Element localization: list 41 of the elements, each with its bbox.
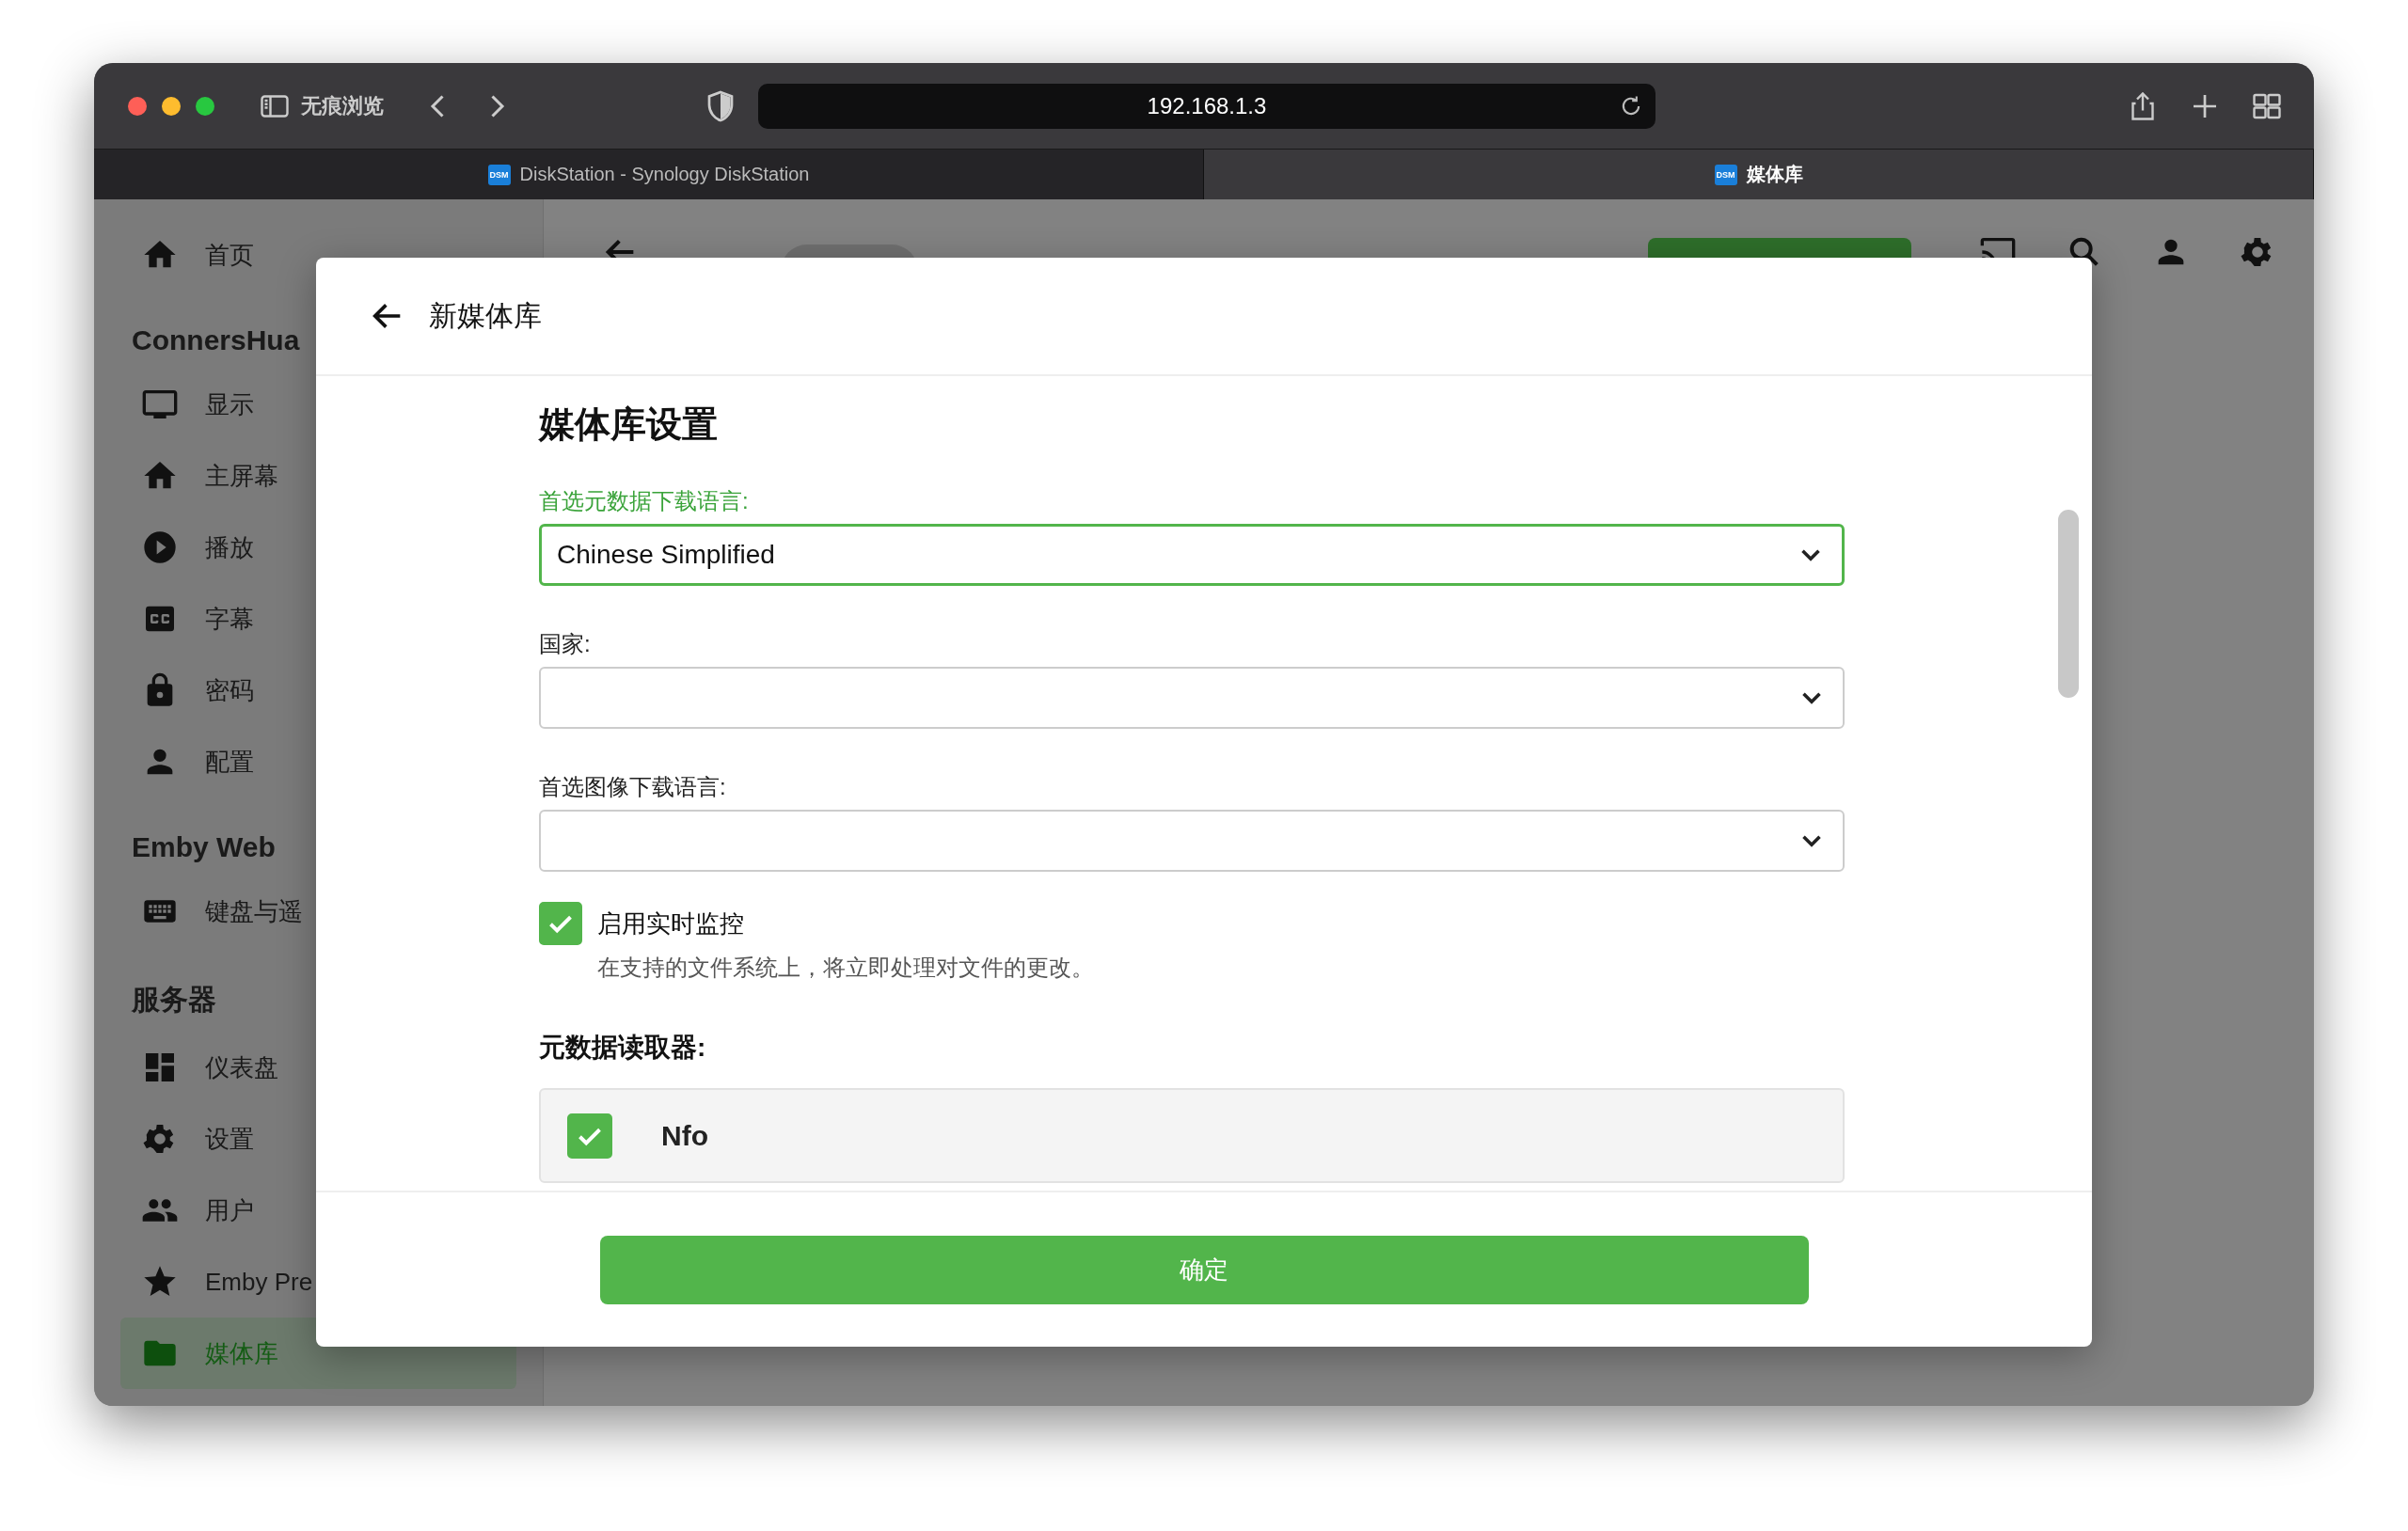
sidebar-item[interactable]: 密码 [120, 655, 516, 726]
site-favicon: DSM [487, 164, 511, 185]
section-title: 媒体库设置 [539, 403, 719, 446]
section-heading: 元数据读取器: [539, 1032, 707, 1064]
field-label: 首选元数据下载语言: [539, 487, 750, 515]
checkbox[interactable] [539, 902, 582, 945]
dropdown-field[interactable] [539, 810, 1845, 872]
play-icon [141, 529, 179, 566]
dialog-title: 新媒体库 [429, 298, 542, 333]
close-button[interactable] [128, 96, 147, 116]
private-browsing-label: 无痕浏览 [301, 92, 384, 119]
checkbox-label: 启用实时监控 [597, 908, 744, 939]
sidebar-item[interactable]: 主屏幕 [120, 440, 516, 512]
sidebar-item[interactable]: 键盘与遥 [120, 876, 516, 947]
section-heading: Emby Web [132, 830, 276, 864]
scrollbar-thumb[interactable] [2058, 510, 2079, 698]
minimize-button[interactable] [162, 96, 181, 116]
field-label: 国家: [539, 630, 592, 658]
section-heading: 服务器 [132, 983, 216, 1017]
reader-row[interactable]: Nfo [539, 1088, 1845, 1183]
dropdown-field[interactable] [539, 667, 1845, 729]
sidebar-item[interactable]: 仪表盘 [120, 1032, 516, 1103]
sidebar-item[interactable]: 字幕 [120, 583, 516, 655]
sidebar-item[interactable]: 用户 [120, 1175, 516, 1246]
checkbox[interactable] [567, 1113, 612, 1159]
sidebar-item[interactable]: 首页 [120, 219, 516, 291]
address-bar[interactable]: 192.168.1.3 [758, 83, 1656, 129]
sidebar-item[interactable]: 配置 [120, 726, 516, 797]
browser-tab[interactable]: DSM 媒体库 [1204, 150, 2314, 199]
maximize-button[interactable] [196, 96, 214, 116]
section-heading: ConnersHua [132, 324, 300, 357]
reader-name: Nfo [661, 1119, 708, 1152]
dropdown-field[interactable]: Chinese Simplified [539, 524, 1845, 586]
sidebar-item[interactable]: 播放 [120, 512, 516, 583]
confirm-button[interactable]: 确定 [599, 1236, 1809, 1304]
sidebar-item[interactable]: Emby Pre [120, 1246, 516, 1318]
sidebar-item[interactable]: 设置 [120, 1103, 516, 1175]
field-label: 首选图像下载语言: [539, 773, 727, 801]
site-favicon: DSM [1714, 164, 1737, 185]
help-text: 在支持的文件系统上，将立即处理对文件的更改。 [597, 954, 1095, 982]
sidebar-item[interactable]: 显示 [120, 369, 516, 440]
